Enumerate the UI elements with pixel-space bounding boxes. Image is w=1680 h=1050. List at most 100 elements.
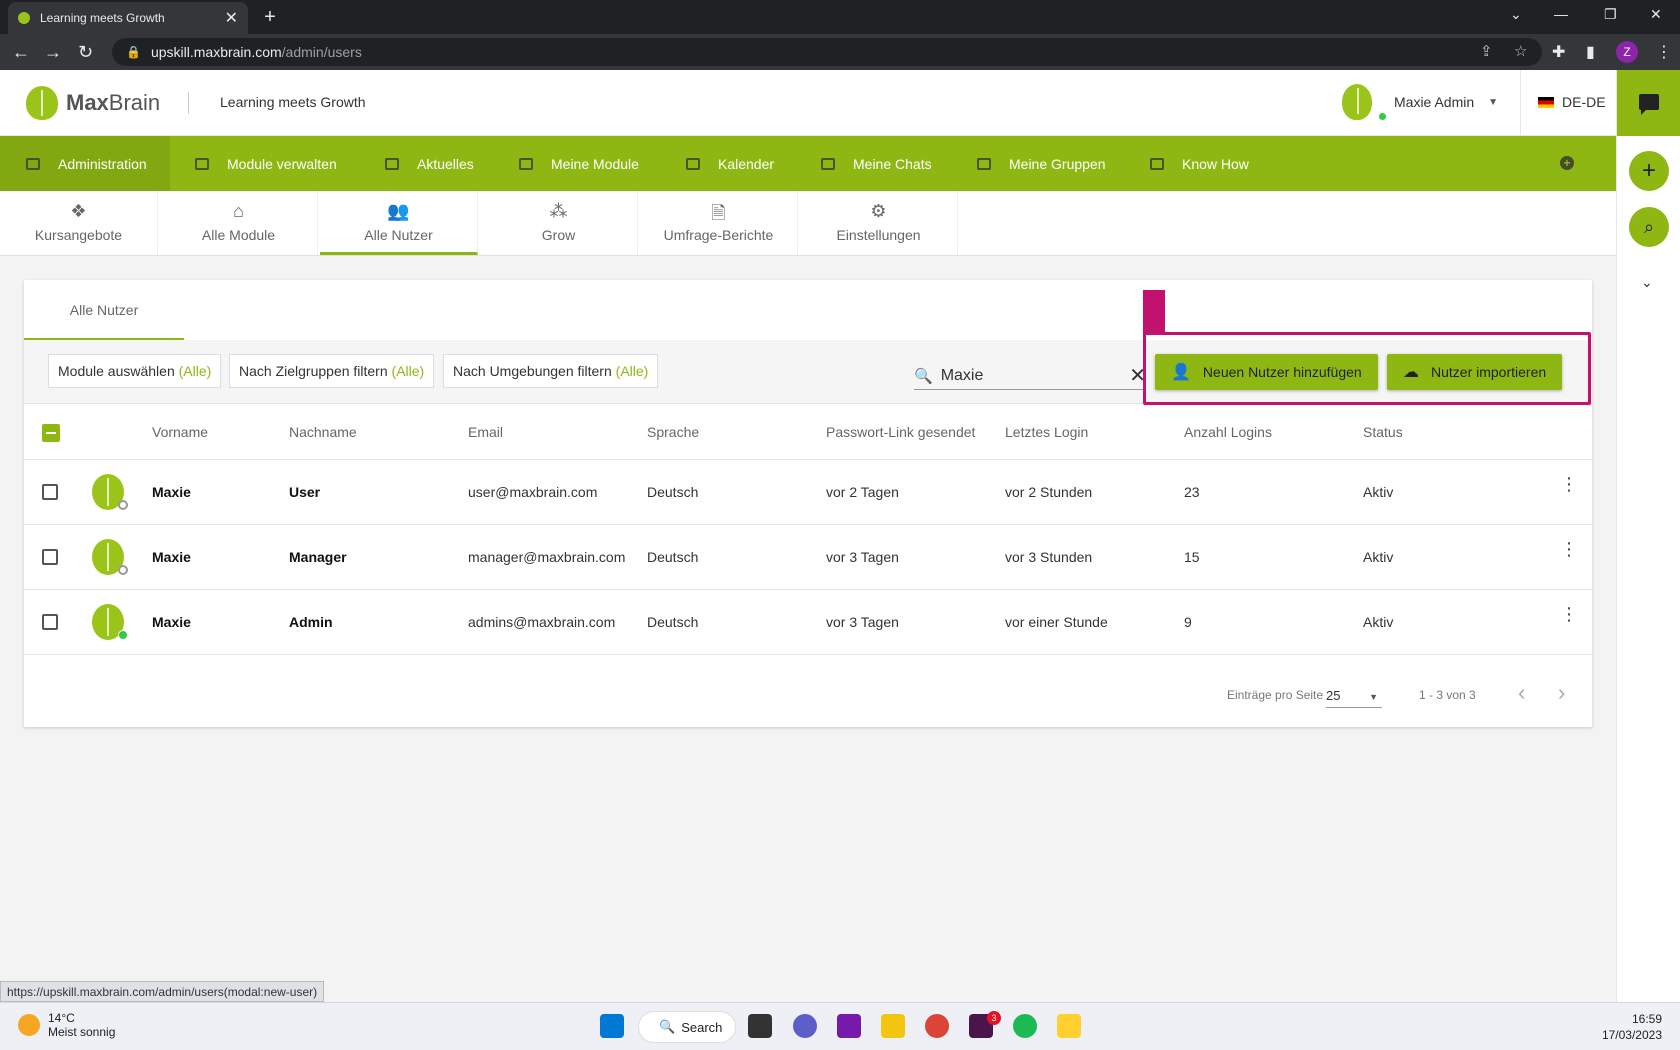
column-header[interactable]: Vorname xyxy=(152,424,208,440)
target-group-filter-button[interactable]: Nach Zielgruppen filtern (Alle) xyxy=(229,354,435,388)
column-header[interactable]: Passwort-Link gesendet xyxy=(826,424,975,440)
nav-item-meine-chats[interactable]: Meine Chats xyxy=(821,136,932,191)
more-options-icon[interactable]: ⋮ xyxy=(1560,475,1578,493)
header-divider xyxy=(188,92,189,114)
more-options-icon[interactable]: ⋮ xyxy=(1560,540,1578,558)
address-bar[interactable]: 🔒 upskill.maxbrain.com/admin/users ⇪ ☆ xyxy=(112,38,1542,66)
new-tab-button[interactable]: + xyxy=(258,6,282,30)
institution-icon: ⌂ xyxy=(233,201,244,221)
table-row[interactable]: Maxie Manager manager@maxbrain.com Deuts… xyxy=(24,525,1592,590)
close-window-icon[interactable]: ✕ xyxy=(1650,6,1662,23)
profile-avatar[interactable]: Z xyxy=(1616,41,1638,63)
back-icon[interactable]: ← xyxy=(12,42,30,62)
tab-search-icon[interactable]: ⌄ xyxy=(1510,6,1522,23)
spotify-icon[interactable] xyxy=(1013,1014,1037,1038)
tab-umfrage-berichte[interactable]: 🗎 Umfrage-Berichte xyxy=(640,191,798,255)
weather-widget[interactable]: 14°C Meist sonnig xyxy=(18,1011,115,1039)
close-tab-icon[interactable]: ✕ xyxy=(225,8,238,28)
search-button[interactable]: ⌕ xyxy=(1629,207,1669,247)
column-header[interactable]: Anzahl Logins xyxy=(1184,424,1272,440)
column-header[interactable]: Email xyxy=(468,424,503,440)
user-name: Maxie Admin xyxy=(1394,94,1475,110)
lock-icon: 🔒 xyxy=(126,45,141,59)
column-header[interactable]: Nachname xyxy=(289,424,357,440)
windows-start-icon[interactable] xyxy=(600,1014,624,1038)
row-checkbox[interactable] xyxy=(42,484,58,500)
cell-last-name: Admin xyxy=(289,614,333,630)
browser-tab[interactable]: Learning meets Growth ✕ xyxy=(8,2,248,34)
nav-item-kalender[interactable]: Kalender xyxy=(686,136,774,191)
tab-label: Einstellungen xyxy=(836,227,921,243)
nav-item-aktuelles[interactable]: Aktuelles xyxy=(385,136,474,191)
system-clock[interactable]: 16:59 17/03/2023 xyxy=(1602,1011,1662,1043)
taskbar-search[interactable]: 🔍 Search xyxy=(638,1011,736,1043)
tab-grow[interactable]: ⁂ Grow xyxy=(480,191,638,255)
tab-kursangebote[interactable]: ❖ Kursangebote xyxy=(0,191,158,255)
tab-alle-nutzer[interactable]: 👥 Alle Nutzer xyxy=(320,191,478,255)
nav-item-administration[interactable]: Administration xyxy=(0,136,170,191)
more-options-icon[interactable]: ⋮ xyxy=(1560,605,1578,623)
restore-icon[interactable]: ❐ xyxy=(1604,6,1617,23)
filter-suffix: (Alle) xyxy=(391,363,425,379)
card-tab-alle-nutzer[interactable]: Alle Nutzer xyxy=(24,280,184,340)
tab-einstellungen[interactable]: ⚙ Einstellungen xyxy=(800,191,958,255)
highlight-marker xyxy=(1143,290,1165,334)
search-input[interactable]: 🔍 Maxie ✕ xyxy=(914,362,1146,390)
onenote-icon[interactable] xyxy=(837,1014,861,1038)
previous-page-icon[interactable]: ‹ xyxy=(1518,680,1525,706)
language-selector[interactable]: DE-DE xyxy=(1538,94,1606,110)
next-page-icon[interactable]: › xyxy=(1558,680,1565,706)
miro-icon[interactable] xyxy=(1057,1014,1081,1038)
user-menu[interactable]: Maxie Admin ▼ xyxy=(1342,84,1499,121)
taskbar: 14°C Meist sonnig 🔍 Search 3 16:59 17/03… xyxy=(0,1002,1680,1050)
nav-item-meine-module[interactable]: Meine Module xyxy=(519,136,639,191)
cell-password-link: vor 2 Tagen xyxy=(826,484,899,500)
chevron-down-icon: ▼ xyxy=(1488,96,1499,108)
column-header[interactable]: Sprache xyxy=(647,424,699,440)
column-header[interactable]: Letztes Login xyxy=(1005,424,1088,440)
add-circle-icon[interactable]: + xyxy=(1560,156,1574,170)
share-icon[interactable]: ⇪ xyxy=(1480,42,1493,60)
add-button[interactable]: + xyxy=(1629,151,1669,191)
browser-menu-icon[interactable]: ⋮ xyxy=(1656,42,1672,62)
table-row[interactable]: Maxie User user@maxbrain.com Deutsch vor… xyxy=(24,460,1592,525)
file-explorer-icon[interactable] xyxy=(881,1014,905,1038)
extensions-icon[interactable]: ✚ xyxy=(1552,42,1565,62)
side-panel-icon[interactable]: ▮ xyxy=(1586,42,1595,62)
chevron-down-icon[interactable]: ⌄ xyxy=(1641,274,1653,291)
module-filter-button[interactable]: Module auswählen (Alle) xyxy=(48,354,222,388)
chat-button[interactable] xyxy=(1617,70,1680,136)
nav-item-meine-gruppen[interactable]: Meine Gruppen xyxy=(977,136,1106,191)
reload-icon[interactable]: ↻ xyxy=(78,42,93,62)
maxbrain-logo[interactable]: MaxBrain xyxy=(26,86,160,120)
table-row[interactable]: Maxie Admin admins@maxbrain.com Deutsch … xyxy=(24,590,1592,655)
bookmark-star-icon[interactable]: ☆ xyxy=(1514,42,1527,60)
cell-last-name: Manager xyxy=(289,549,347,565)
chat-bubble-icon xyxy=(1639,94,1659,115)
chrome-icon[interactable] xyxy=(925,1014,949,1038)
per-page-select[interactable]: 25 ▼ xyxy=(1326,682,1382,708)
per-page-value: 25 xyxy=(1326,688,1341,703)
tab-label: Alle Module xyxy=(201,227,276,243)
column-header[interactable]: Status xyxy=(1363,424,1403,440)
per-page-label: Einträge pro Seite xyxy=(1227,688,1324,702)
nav-item-know-how[interactable]: Know How xyxy=(1150,136,1249,191)
minimize-icon[interactable]: — xyxy=(1554,6,1568,22)
select-all-checkbox[interactable] xyxy=(42,424,60,442)
chat-icon xyxy=(821,157,835,170)
tab-alle-module[interactable]: ⌂ Alle Module xyxy=(160,191,318,255)
cell-email: manager@maxbrain.com xyxy=(468,549,626,565)
environment-filter-button[interactable]: Nach Umgebungen filtern (Alle) xyxy=(443,354,659,388)
slack-badge: 3 xyxy=(987,1011,1001,1025)
nav-item-module-verwalten[interactable]: Module verwalten xyxy=(195,136,337,191)
task-view-icon[interactable] xyxy=(748,1014,772,1038)
cell-language: Deutsch xyxy=(647,614,699,630)
forward-icon[interactable]: → xyxy=(44,42,62,62)
highlight-box xyxy=(1143,332,1591,405)
row-checkbox[interactable] xyxy=(42,614,58,630)
row-checkbox[interactable] xyxy=(42,549,58,565)
news-icon xyxy=(385,157,399,170)
teams-icon[interactable] xyxy=(793,1014,817,1038)
offline-status-dot xyxy=(118,500,128,510)
offline-status-dot xyxy=(118,565,128,575)
